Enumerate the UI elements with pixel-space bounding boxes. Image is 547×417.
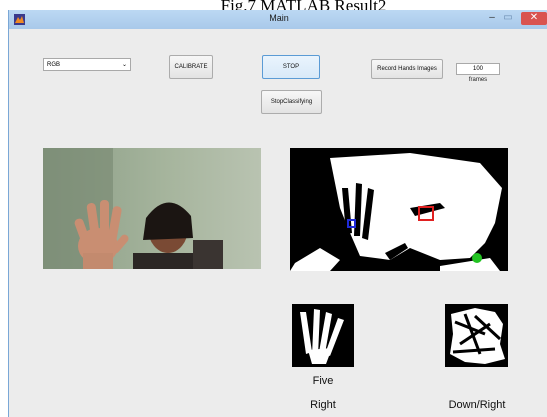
minimize-button[interactable]: – <box>485 12 499 25</box>
close-button[interactable]: ✕ <box>521 12 547 25</box>
calibrate-button[interactable]: CALIBRATE <box>169 55 213 79</box>
maximize-button[interactable]: ▭ <box>501 12 515 25</box>
frames-count-input[interactable]: 100 <box>456 63 500 75</box>
color-mode-value: RGB <box>47 62 61 68</box>
direction-result-label: Down/Right <box>448 399 506 411</box>
stop-classifying-button[interactable]: StopClassifying <box>261 90 322 114</box>
record-hands-images-button[interactable]: Record Hands Images <box>371 59 443 79</box>
chevron-down-icon: ⌄ <box>121 62 127 68</box>
segmentation-mask-view <box>290 148 508 271</box>
window-title: Main <box>269 13 289 23</box>
hand-gesture-crop <box>292 304 354 367</box>
color-mode-select[interactable]: RGB ⌄ <box>43 58 131 71</box>
hand-result-label: Right <box>310 399 336 411</box>
frames-label: frames <box>468 77 488 83</box>
gesture-result-label: Five <box>312 375 334 387</box>
stop-button[interactable]: STOP <box>262 55 320 79</box>
camera-feed <box>43 148 261 269</box>
main-window: Main – ▭ ✕ RGB ⌄ CALIBRATE STOP StopClas… <box>8 10 547 417</box>
title-bar[interactable]: Main – ▭ ✕ <box>9 10 547 29</box>
direction-crop <box>445 304 508 367</box>
matlab-icon <box>14 14 25 25</box>
green-marker <box>472 253 482 263</box>
